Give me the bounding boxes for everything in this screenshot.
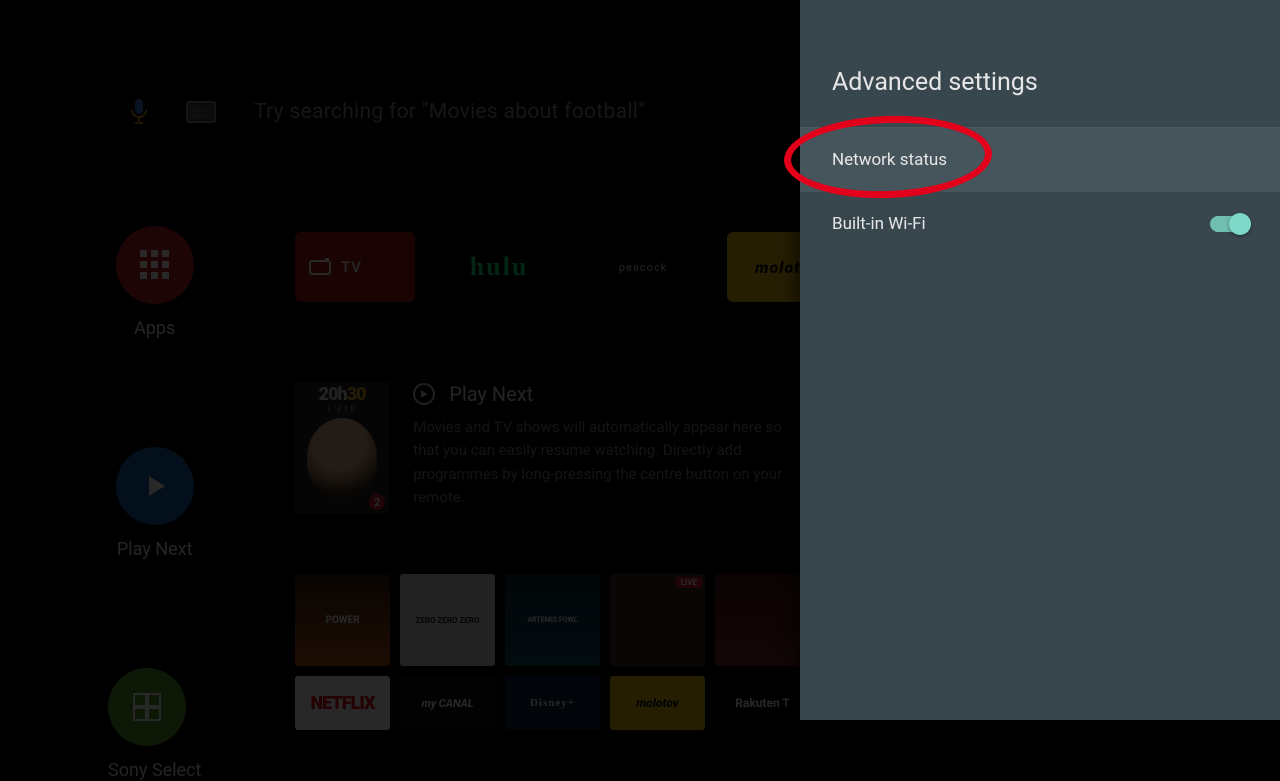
app-tv[interactable]: TV [295, 232, 415, 302]
drawer-title: Advanced settings [800, 0, 1280, 128]
ss-poster-3[interactable]: ARTEMIS FOWL [505, 574, 600, 666]
rail-apps-label: Apps [116, 318, 194, 339]
ss-poster-2-label: ZERO ZERO ZERO [416, 616, 480, 625]
ss-molotov[interactable]: molotov [610, 676, 705, 730]
ss-poster-1[interactable]: POWER [295, 574, 390, 666]
tv-icon [309, 258, 331, 276]
app-hulu-label: hulu [470, 252, 529, 282]
drawer-builtin-wifi-label: Built-in Wi-Fi [832, 214, 926, 234]
home-screen-dimmed: Try searching for "Movies about football… [0, 0, 800, 720]
ss-disney-label: Disney+ [530, 697, 575, 709]
pn-channel-badge: 2 [369, 494, 385, 510]
app-peacock-label: peacock [619, 261, 667, 274]
wifi-toggle[interactable] [1210, 216, 1248, 232]
drawer-network-status[interactable]: Network status [800, 128, 1280, 192]
left-rail: Apps Play Next Sony Select [108, 226, 201, 781]
play-next-row: 20h30 L'ÉTÉ 2 Play Next Movies and TV sh… [295, 382, 800, 514]
rail-play-next[interactable]: Play Next [116, 447, 194, 560]
play-next-heading: Play Next [449, 382, 533, 406]
rail-sony-label: Sony Select [108, 760, 201, 781]
ss-poster-5[interactable] [715, 574, 810, 666]
app-peacock[interactable]: peacock [583, 232, 703, 302]
ss-molotov-label: molotov [636, 696, 679, 710]
rail-sony-select[interactable]: Sony Select [108, 668, 201, 781]
ss-rakuten[interactable]: Rakuten T [715, 676, 810, 730]
settings-drawer: Advanced settings Network status Built-i… [800, 0, 1280, 720]
play-next-text: Play Next Movies and TV shows will autom… [413, 382, 800, 509]
drawer-network-status-label: Network status [832, 150, 947, 170]
ss-poster-4[interactable]: LIVE [610, 574, 705, 666]
ss-disney[interactable]: Disney+ [505, 676, 600, 730]
search-placeholder: Try searching for "Movies about football… [254, 100, 645, 124]
play-next-desc: Movies and TV shows will automatically a… [413, 416, 800, 509]
rail-play-next-label: Play Next [116, 539, 194, 560]
pn-time-b: 30 [347, 384, 366, 405]
ss-mycanal[interactable]: my CANAL [400, 676, 495, 730]
live-badge: LIVE [676, 577, 702, 588]
ss-rakuten-label: Rakuten T [735, 696, 790, 710]
rail-apps[interactable]: Apps [116, 226, 194, 339]
ss-netflix[interactable]: NETFLIX [295, 676, 390, 730]
drawer-builtin-wifi[interactable]: Built-in Wi-Fi [800, 192, 1280, 256]
play-icon [116, 447, 194, 525]
pn-time-a: 20h [319, 384, 347, 405]
mic-icon[interactable] [130, 98, 148, 126]
keyboard-icon[interactable] [186, 101, 216, 123]
pn-portrait [307, 418, 377, 498]
ss-poster-1-label: POWER [325, 615, 359, 626]
ss-poster-2[interactable]: ZERO ZERO ZERO [400, 574, 495, 666]
grid-icon [108, 668, 186, 746]
app-hulu[interactable]: hulu [439, 232, 559, 302]
ss-mycanal-label: my CANAL [421, 697, 473, 710]
ss-netflix-label: NETFLIX [311, 693, 375, 714]
sony-select-row: POWER ZERO ZERO ZERO ARTEMIS FOWL LIVE N… [295, 574, 815, 730]
apps-icon [116, 226, 194, 304]
ss-poster-3-label: ARTEMIS FOWL [527, 616, 577, 624]
app-tv-label: TV [341, 258, 362, 276]
pn-sub: L'ÉTÉ [327, 405, 357, 414]
search-bar[interactable]: Try searching for "Movies about football… [130, 98, 645, 126]
play-circle-icon [413, 383, 435, 405]
apps-row: TV hulu peacock molotov [295, 232, 847, 302]
play-next-card[interactable]: 20h30 L'ÉTÉ 2 [295, 382, 389, 514]
